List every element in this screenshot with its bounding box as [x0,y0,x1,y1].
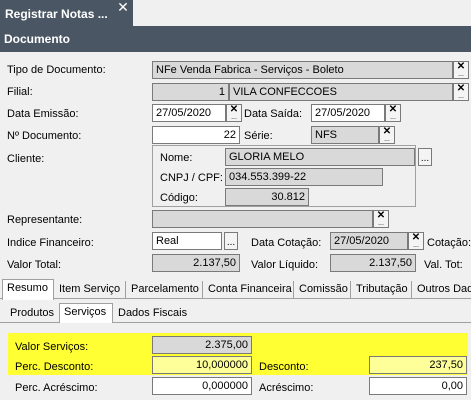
perc-acrescimo-label: Perc. Acréscimo: [15,382,98,394]
cliente-codigo-field[interactable]: 30.812 [225,188,309,206]
cliente-cnpj-label: CNPJ / CPF: [160,172,223,184]
cliente-codigo-label: Código: [160,192,198,204]
dots-icon: ... [420,153,430,164]
dots-icon: ... [413,242,419,249]
data-emissao-label: Data Emissão: [7,108,79,120]
serie-label: Série: [244,130,273,142]
tab-conta-financeira[interactable]: Conta Financeira [204,281,294,299]
filial-name-field[interactable]: VILA CONFECCOES [229,83,453,101]
valor-servicos-field[interactable]: 2.375,00 [152,336,252,354]
subtab-produtos[interactable]: Produtos [6,305,60,323]
cliente-label: Cliente: [7,153,45,165]
clear-icon: ✕ [382,126,392,137]
data-emissao-field[interactable]: 27/05/2020 [152,104,226,122]
valor-servicos-label: Valor Serviços: [15,341,89,353]
acrescimo-field[interactable]: 0,00 [369,377,467,395]
perc-acrescimo-field[interactable]: 0,000000 [152,377,252,395]
valor-liquido-field[interactable]: 2.137,50 [330,254,416,272]
filial-label: Filial: [7,86,33,98]
data-saida-field[interactable]: 27/05/2020 [311,104,385,122]
desconto-label: Desconto: [259,361,309,373]
data-cotacao-clear-button[interactable]: ✕... [408,232,424,250]
tab-item-servico[interactable]: Item Serviço [55,281,126,299]
tipo-documento-label: Tipo de Documento: [7,64,106,76]
cliente-cnpj-field[interactable]: 034.553.399-22 [225,168,383,186]
data-saida-label: Data Saída: [244,108,303,120]
indice-financeiro-field[interactable]: Real [152,232,222,250]
dots-icon: ... [458,93,464,100]
dots-icon: ... [390,114,396,121]
desconto-field[interactable]: 237,50 [369,356,467,374]
valor-total-field[interactable]: 2.137,50 [152,254,240,272]
dots-icon: ... [458,71,464,78]
indice-financeiro-label: Indice Financeiro: [7,237,94,249]
tipo-documento-field[interactable]: NFe Venda Fabrica - Serviços - Boleto [152,61,453,79]
serie-field[interactable]: NFS [311,126,379,144]
numero-documento-label: Nº Documento: [7,130,82,142]
representante-clear-button[interactable]: ✕... [373,210,389,228]
valor-liquido-label: Valor Líquido: [251,259,319,271]
data-cotacao-field[interactable]: 27/05/2020 [330,232,408,250]
clear-icon: ✕ [456,83,466,94]
cliente-nome-label: Nome: [160,152,193,164]
window-tab[interactable]: Registrar Notas ... [0,0,133,26]
representante-label: Representante: [7,214,83,226]
tab-outros-dados[interactable]: Outros Dad [413,281,471,299]
dots-icon: ... [378,220,384,227]
tab-tributacao[interactable]: Tributação [352,281,412,299]
data-saida-clear-button[interactable]: ✕... [385,104,401,122]
subtab-servicos[interactable]: Serviços [59,303,113,324]
cliente-nome-field[interactable]: GLORIA MELO [225,148,415,166]
tab-strip-empty [133,0,471,26]
close-icon[interactable]: ✕ [116,0,130,14]
cotacao-label: Cotação: [427,237,471,249]
dots-icon: ... [384,136,390,143]
clear-icon: ✕ [376,210,386,221]
dots-icon: ... [231,114,237,121]
indice-financeiro-search-button[interactable]: ... [224,232,238,250]
clear-icon: ✕ [229,104,239,115]
tab-comissao[interactable]: Comissão [295,281,351,299]
valor-total-label: Valor Total: [7,259,62,271]
numero-documento-field[interactable]: 22 [152,126,240,144]
window-tab-title: Registrar Notas ... [5,7,108,21]
subtab-dados-fiscais[interactable]: Dados Fiscais [114,305,194,323]
serie-clear-button[interactable]: ✕... [379,126,395,144]
filial-code-field[interactable]: 1 [152,83,229,101]
perc-desconto-label: Perc. Desconto: [15,361,94,373]
section-title: Documento [0,26,471,52]
clear-icon: ✕ [388,104,398,115]
filial-clear-button[interactable]: ✕... [453,83,469,101]
tab-resumo[interactable]: Resumo [2,279,54,300]
clear-icon: ✕ [411,232,421,243]
acrescimo-label: Acréscimo: [259,382,314,394]
data-cotacao-label: Data Cotação: [251,237,322,249]
tab-parcelamento[interactable]: Parcelamento [127,281,203,299]
dots-icon: ... [226,237,236,248]
perc-desconto-field[interactable]: 10,000000 [152,356,252,374]
val-tot-label: Val. Tot: [424,259,463,271]
clear-icon: ✕ [456,61,466,72]
data-emissao-clear-button[interactable]: ✕... [226,104,242,122]
tipo-documento-clear-button[interactable]: ✕... [453,61,469,79]
representante-field[interactable] [152,210,373,228]
cliente-search-button[interactable]: ... [418,148,432,166]
